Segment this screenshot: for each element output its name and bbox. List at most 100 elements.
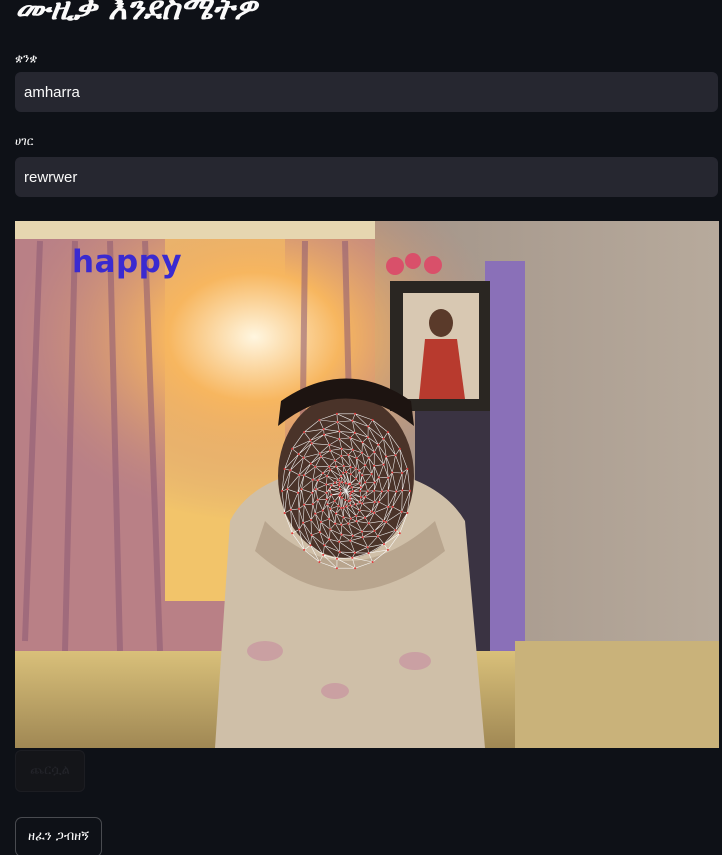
face-landmark-point xyxy=(328,518,331,520)
language-input[interactable] xyxy=(15,72,718,112)
face-landmark-point xyxy=(358,469,361,472)
face-landmark-point xyxy=(310,519,312,521)
face-landmark-point xyxy=(329,528,332,531)
face-landmark-point xyxy=(377,443,380,446)
face-landmark-point xyxy=(310,442,313,445)
face-landmark-point xyxy=(337,478,340,481)
face-landmark-point xyxy=(326,503,329,506)
face-landmark-point xyxy=(347,453,350,456)
face-landmark-point xyxy=(395,490,398,493)
page-title: ሙዚቃ እንደስሜትዎ xyxy=(15,0,257,27)
face-landmark-point xyxy=(394,529,397,532)
face-landmark-point xyxy=(385,521,388,523)
face-landmark-point xyxy=(338,484,340,487)
face-landmark-point xyxy=(367,552,370,555)
face-landmark-point xyxy=(409,490,411,492)
face-landmark-point xyxy=(355,520,358,523)
face-landmark-point xyxy=(303,431,306,434)
face-landmark-point xyxy=(345,505,348,508)
face-landmark-point xyxy=(325,483,328,486)
face-landmark-point xyxy=(318,561,321,563)
face-landmark-point xyxy=(349,504,352,507)
face-landmark-point xyxy=(391,471,394,474)
face-landmark-point xyxy=(371,419,374,421)
face-landmark-point xyxy=(406,468,409,470)
language-label: ቋንቋ xyxy=(15,51,38,65)
face-landmark-point xyxy=(338,540,341,543)
face-landmark-point xyxy=(309,462,312,465)
face-landmark-point xyxy=(376,535,379,538)
face-landmark-point xyxy=(377,476,380,479)
face-landmark-point xyxy=(340,507,343,509)
face-landmark-point xyxy=(350,486,353,489)
face-landmark-point xyxy=(355,477,357,480)
face-landmark-point xyxy=(355,514,358,517)
stop-webcam-button[interactable]: ጨርሷል xyxy=(15,750,85,792)
face-landmark-point xyxy=(347,500,350,503)
face-landmark-point xyxy=(364,495,367,498)
face-landmark-point xyxy=(359,489,362,492)
face-landmark-point xyxy=(339,493,342,496)
face-landmark-point xyxy=(364,481,367,484)
face-landmark-point xyxy=(391,505,394,508)
face-landmark-point xyxy=(286,488,289,491)
face-landmark-point xyxy=(406,512,409,514)
face-landmark-point xyxy=(297,453,300,456)
face-landmark-point xyxy=(311,503,314,506)
face-landmark-point xyxy=(380,490,383,493)
face-landmark-point xyxy=(342,465,345,467)
face-landmark-point xyxy=(382,463,385,466)
face-landmark-point xyxy=(311,478,314,481)
face-landmark-point xyxy=(297,491,299,494)
face-landmark-point xyxy=(394,454,397,457)
face-landmark-point xyxy=(335,567,338,570)
face-landmark-point xyxy=(283,512,286,514)
face-landmark-point xyxy=(281,490,283,492)
face-landmark-point xyxy=(340,455,343,457)
face-landmark-point xyxy=(382,437,385,440)
app-page: ሙዚቃ እንደስሜትዎ ቋንቋ ሀገር xyxy=(0,0,722,855)
face-landmark-point xyxy=(373,489,376,492)
face-landmark-point xyxy=(401,489,404,492)
face-landmark-point xyxy=(349,466,352,469)
face-landmark-point xyxy=(330,493,333,496)
face-landmark-point xyxy=(342,516,345,519)
face-landmark-point xyxy=(398,532,401,535)
face-landmark-point xyxy=(338,430,341,433)
face-landmark-point xyxy=(329,488,331,491)
face-landmark-point xyxy=(318,419,321,421)
face-landmark-point xyxy=(340,523,343,526)
face-landmark-point xyxy=(344,499,347,501)
face-landmark-point xyxy=(355,457,358,460)
face-landmark-point xyxy=(373,511,376,514)
face-landmark-point xyxy=(359,486,362,489)
country-input[interactable] xyxy=(15,157,718,197)
face-landmark-point xyxy=(298,474,301,476)
face-landmark-point xyxy=(349,493,352,495)
face-landmark-point xyxy=(367,456,370,459)
country-label: ሀገር xyxy=(15,134,34,148)
face-landmark-point xyxy=(371,561,374,563)
face-landmark-point xyxy=(328,538,331,541)
face-landmark-point xyxy=(311,491,314,494)
recommend-song-button[interactable]: ዘፈን ጋብዘኝ xyxy=(15,817,102,855)
face-landmark-point xyxy=(351,448,354,451)
face-landmark-point xyxy=(323,544,326,547)
face-landmark-point xyxy=(347,522,350,525)
face-landmark-point xyxy=(358,482,361,485)
face-landmark-point xyxy=(361,502,364,505)
face-landmark-point xyxy=(361,536,364,539)
face-landmark-point xyxy=(302,456,305,459)
face-landmark-point xyxy=(314,488,317,491)
face-landmark-point xyxy=(353,551,356,554)
face-landmark-point xyxy=(289,469,292,472)
face-landmark-point xyxy=(361,474,364,477)
face-landmark-point xyxy=(373,501,376,504)
face-landmark-point xyxy=(350,491,353,493)
face-landmark-point xyxy=(354,503,357,506)
face-landmark-point xyxy=(291,532,294,535)
face-landmark-point xyxy=(361,451,363,454)
face-landmark-point xyxy=(303,474,305,477)
face-landmark-point xyxy=(338,438,341,440)
face-landmark-point xyxy=(349,483,352,486)
